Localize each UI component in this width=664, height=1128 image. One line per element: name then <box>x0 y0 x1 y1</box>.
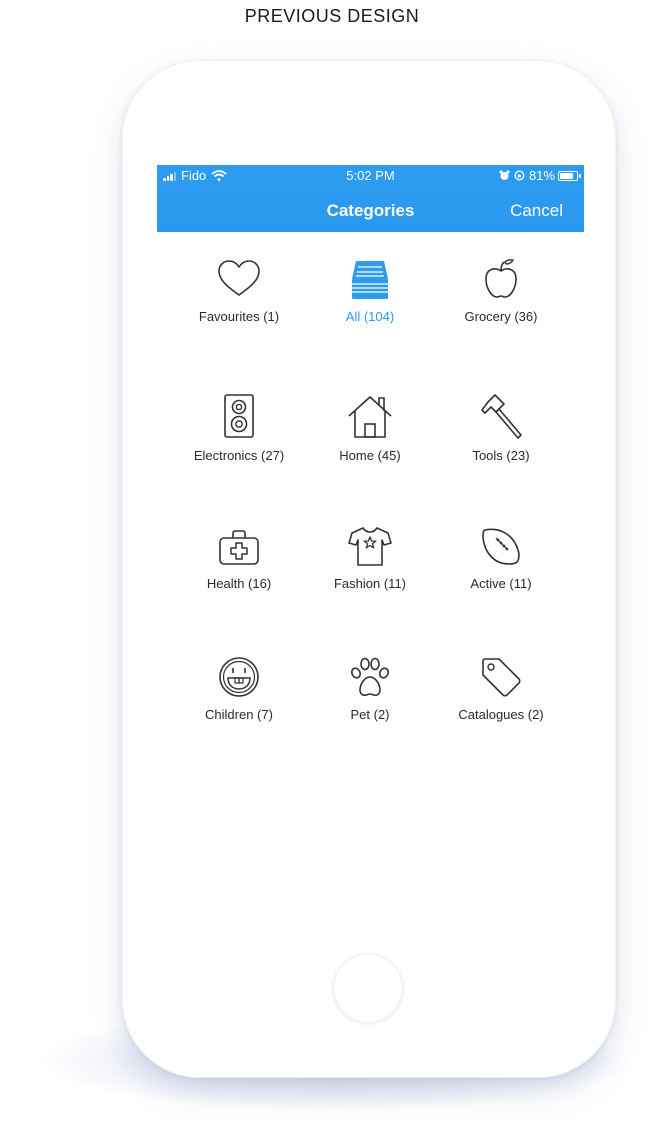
football-icon <box>482 528 520 565</box>
speaker-icon <box>224 394 254 438</box>
category-catalogues[interactable]: Catalogues (2) <box>430 655 572 722</box>
category-label: Grocery (36) <box>464 309 538 324</box>
house-icon <box>348 396 392 438</box>
category-label: Home (45) <box>339 448 401 463</box>
category-all[interactable]: All (104) <box>299 257 441 324</box>
category-label: Active (11) <box>470 576 532 591</box>
battery-percent: 81% <box>528 168 555 183</box>
tag-icon <box>482 658 521 697</box>
category-label: Health (16) <box>206 576 272 591</box>
caption-title: PREVIOUS DESIGN <box>244 6 420 26</box>
status-bar: Fido 5:02 PM 81% <box>157 168 584 186</box>
category-label: Electronics (27) <box>193 448 285 463</box>
category-label: Pet (2) <box>350 707 390 722</box>
first-aid-kit-icon <box>219 530 259 565</box>
category-health[interactable]: Health (16) <box>168 524 310 591</box>
t-shirt-icon <box>348 527 392 566</box>
category-label: All (104) <box>345 309 395 324</box>
cancel-button[interactable]: Cancel <box>510 201 563 221</box>
category-label: Catalogues (2) <box>458 707 544 722</box>
category-label: Favourites (1) <box>198 309 280 324</box>
stack-icon <box>352 261 388 299</box>
alarm-icon <box>499 170 510 180</box>
category-label: Tools (23) <box>472 448 530 463</box>
home-button[interactable] <box>333 953 403 1023</box>
heart-icon <box>218 260 260 296</box>
category-favourites[interactable]: Favourites (1) <box>168 257 310 324</box>
category-tools[interactable]: Tools (23) <box>430 392 572 463</box>
category-grocery[interactable]: Grocery (36) <box>430 257 572 324</box>
hammer-icon <box>481 394 522 439</box>
category-electronics[interactable]: Electronics (27) <box>168 392 310 463</box>
navigation-bar: Fido 5:02 PM 81% Categories Cancel <box>157 165 584 232</box>
orientation-lock-icon <box>514 170 525 181</box>
page: PREVIOUS DESIGN Fido 5:02 PM 81% Categor… <box>0 0 664 1128</box>
smiley-face-icon <box>219 657 259 697</box>
paw-icon <box>351 657 389 697</box>
category-home[interactable]: Home (45) <box>299 392 441 463</box>
apple-icon <box>485 259 517 298</box>
category-active[interactable]: Active (11) <box>430 524 572 591</box>
category-fashion[interactable]: Fashion (11) <box>299 524 441 591</box>
category-pet[interactable]: Pet (2) <box>299 655 441 722</box>
category-label: Fashion (11) <box>333 576 406 591</box>
battery-icon <box>558 170 581 181</box>
category-label: Children (7) <box>205 707 273 722</box>
category-children[interactable]: Children (7) <box>168 655 310 722</box>
phone-screen: Fido 5:02 PM 81% Categories Cancel Favou… <box>157 165 584 930</box>
status-right: 81% <box>499 168 581 183</box>
